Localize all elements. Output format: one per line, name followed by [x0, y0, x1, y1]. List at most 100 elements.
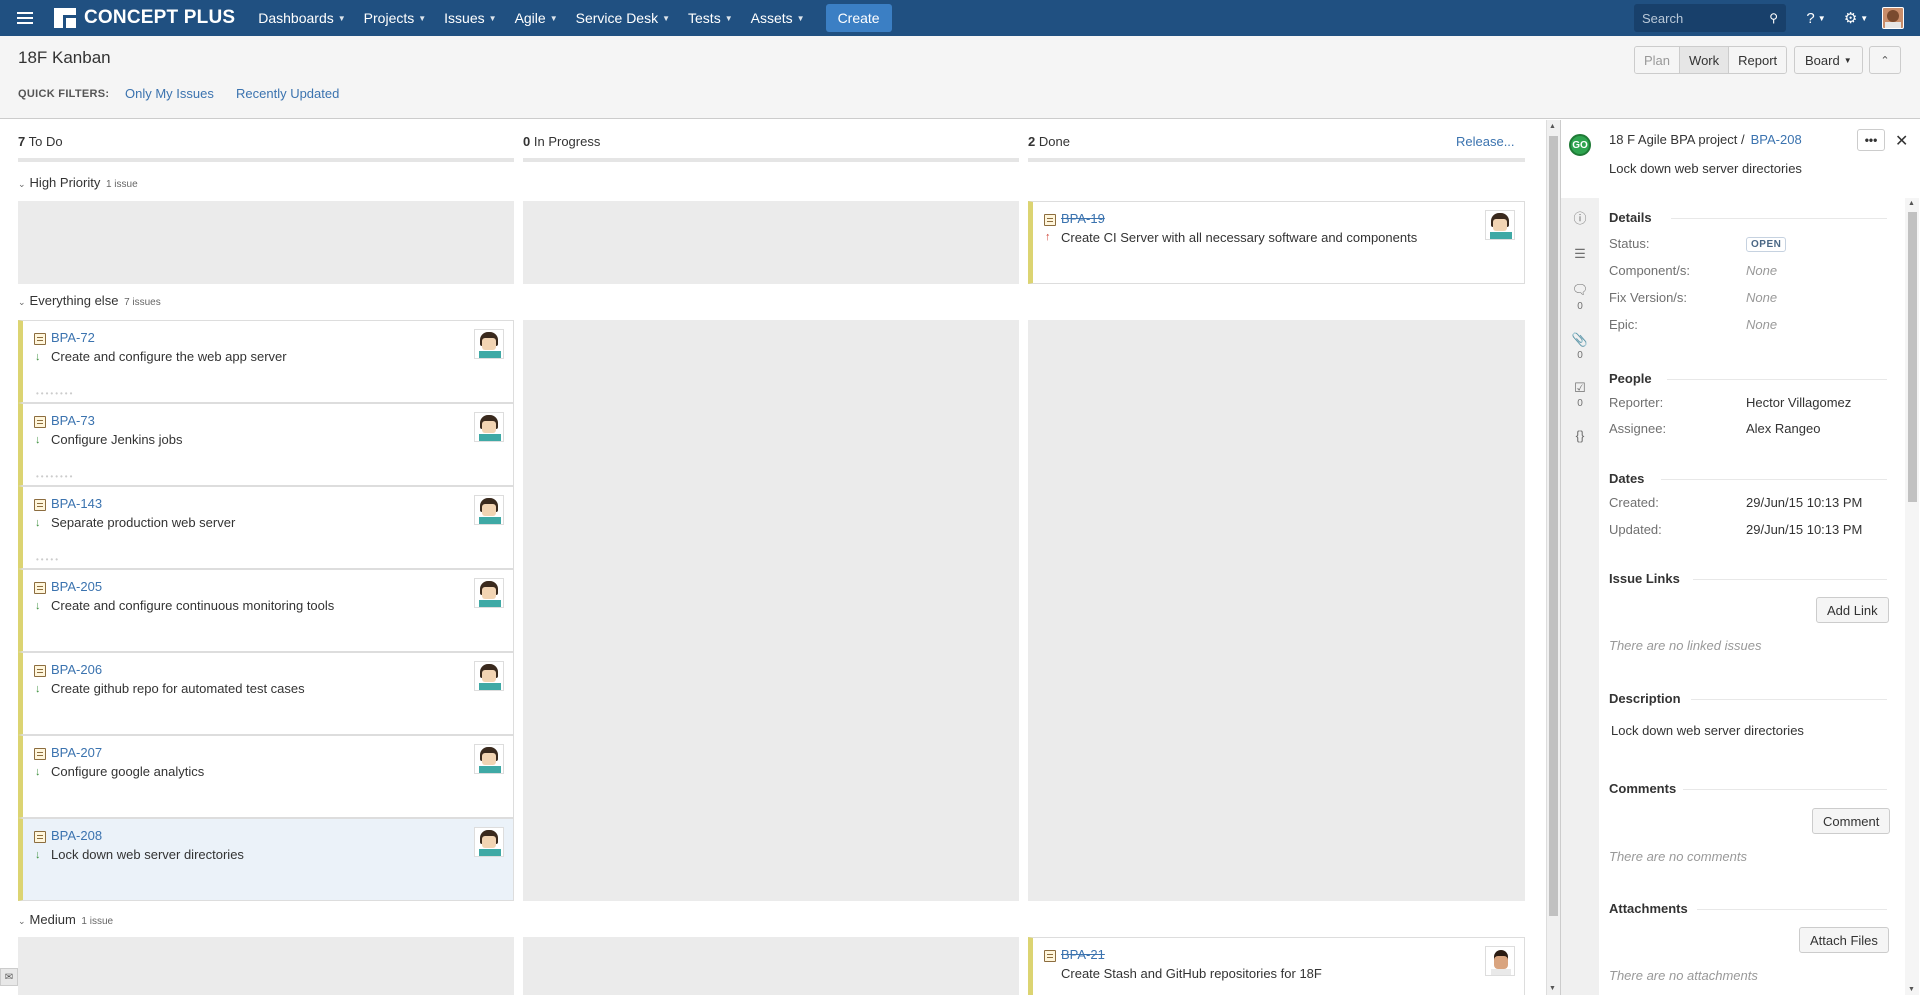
attach-files-button[interactable]: Attach Files	[1799, 927, 1889, 953]
issue-key[interactable]: BPA-73	[51, 413, 95, 428]
issue-key[interactable]: BPA-21	[1061, 947, 1105, 962]
issue-card[interactable]: BPA-205 ↓ Create and configure continuous …	[18, 569, 514, 652]
assignee-avatar	[474, 661, 504, 691]
search-input[interactable]: Search ⚲	[1634, 4, 1786, 32]
more-actions-button[interactable]: •••	[1857, 129, 1885, 151]
scroll-thumb[interactable]	[1549, 136, 1558, 916]
fix-versions-label: Fix Version/s:	[1609, 290, 1688, 305]
board-scrollbar[interactable]: ▲ ▼	[1546, 120, 1560, 995]
nav-agile[interactable]: Agile ▼	[506, 0, 567, 36]
nav-issues[interactable]: Issues ▼	[435, 0, 505, 36]
description-text[interactable]: Lock down web server directories	[1611, 723, 1804, 738]
priority-low-icon: ↓	[35, 600, 41, 612]
close-icon[interactable]: ✕	[1895, 131, 1908, 151]
chevron-down-icon: ▼	[337, 13, 346, 23]
project-link[interactable]: 18 F Agile BPA project /	[1609, 132, 1745, 147]
scroll-thumb[interactable]	[1908, 212, 1917, 502]
issue-summary: Separate production web server	[51, 515, 236, 530]
quick-filter-only-my-issues[interactable]: Only My Issues	[125, 86, 214, 101]
nav-service-desk[interactable]: Service Desk ▼	[567, 0, 679, 36]
create-button[interactable]: Create	[825, 4, 892, 32]
kanban-board: 7 To Do 0 In Progress 2 Done Release... …	[0, 120, 1545, 995]
task-type-icon	[34, 748, 46, 760]
issue-key-link[interactable]: BPA-208	[1751, 132, 1802, 147]
nav-dashboards[interactable]: Dashboards ▼	[249, 0, 354, 36]
mode-work-button[interactable]: Work	[1680, 47, 1730, 73]
add-link-button[interactable]: Add Link	[1816, 597, 1889, 623]
quick-filter-recently-updated[interactable]: Recently Updated	[236, 86, 339, 101]
attachment-icon[interactable]: 📎	[1571, 332, 1589, 348]
reporter-value[interactable]: Hector Villagomez	[1746, 395, 1851, 410]
gear-icon[interactable]: ⚙ ▼	[1836, 0, 1876, 36]
comments-icon[interactable]: 🗨	[1571, 282, 1589, 298]
issue-key[interactable]: BPA-207	[51, 745, 102, 760]
release-link[interactable]: Release...	[1456, 134, 1515, 149]
subtasks-icon[interactable]: ☑	[1571, 380, 1589, 396]
issue-card[interactable]: BPA-73 ↓ Configure Jenkins jobs ••••••••	[18, 403, 514, 486]
updated-value: 29/Jun/15 10:13 PM	[1746, 522, 1863, 537]
user-avatar[interactable]	[1882, 7, 1904, 29]
issue-key[interactable]: BPA-206	[51, 662, 102, 677]
issue-card[interactable]: BPA-143 ↓ Separate production web server ••…	[18, 486, 514, 569]
detail-scrollbar[interactable]: ▲ ▼	[1905, 198, 1919, 995]
scroll-down-icon[interactable]: ▼	[1908, 986, 1915, 993]
assignee-avatar	[474, 827, 504, 857]
assignee-avatar	[474, 578, 504, 608]
issue-card[interactable]: BPA-206 ↓ Create github repo for automated…	[18, 652, 514, 735]
code-icon[interactable]: {}	[1571, 428, 1589, 443]
scroll-up-icon[interactable]: ▲	[1908, 200, 1915, 207]
collapse-header-icon[interactable]: ⌃	[1869, 46, 1901, 74]
swimlane-medium[interactable]: ⌄ Medium 1 issue	[18, 912, 113, 927]
issue-summary: Create and configure continuous monitori…	[51, 598, 335, 613]
issue-links-heading: Issue Links	[1609, 571, 1680, 586]
comment-button[interactable]: Comment	[1812, 808, 1891, 834]
days-in-column-dots: ••••••••	[36, 472, 75, 481]
scroll-down-icon[interactable]: ▼	[1549, 985, 1556, 992]
menu-icon[interactable]	[0, 0, 50, 36]
issue-card[interactable]: BPA-72 ↓ Create and configure the web app …	[18, 320, 514, 403]
issue-card[interactable]: BPA-19 ↑ Create CI Server with all neces…	[1028, 201, 1525, 284]
assignee-value[interactable]: Alex Rangeo	[1746, 421, 1820, 436]
divider	[1693, 579, 1887, 580]
issue-key[interactable]: BPA-205	[51, 579, 102, 594]
issue-key[interactable]: BPA-19	[1061, 211, 1105, 226]
scroll-up-icon[interactable]: ▲	[1549, 123, 1556, 130]
description-icon[interactable]: ☰	[1571, 246, 1589, 262]
created-label: Created:	[1609, 495, 1659, 510]
column-header-done: 2 Done	[1028, 132, 1525, 162]
top-nav: CONCEPT PLUS Dashboards ▼ Projects ▼ Issue…	[0, 0, 1920, 36]
app-logo[interactable]: CONCEPT PLUS	[54, 7, 235, 29]
issue-key[interactable]: BPA-72	[51, 330, 95, 345]
nav-assets[interactable]: Assets ▼	[742, 0, 814, 36]
chevron-down-icon: ▼	[418, 13, 427, 23]
help-icon[interactable]: ? ▼	[1796, 0, 1836, 36]
mode-report-button[interactable]: Report	[1729, 47, 1787, 73]
board-mode-switcher: Plan Work Report	[1634, 46, 1788, 74]
divider	[1667, 379, 1887, 380]
issue-card[interactable]: BPA-208 ↓ Lock down web server directories	[18, 818, 514, 901]
detail-breadcrumb: 18 F Agile BPA project / BPA-208	[1609, 132, 1802, 147]
cell-medium-todo	[18, 937, 514, 995]
task-type-icon	[34, 582, 46, 594]
board-menu-button[interactable]: Board ▼	[1794, 46, 1863, 74]
updated-label: Updated:	[1609, 522, 1662, 537]
task-type-icon	[34, 665, 46, 677]
feedback-icon[interactable]: ✉	[0, 968, 18, 986]
column-header-todo: 7 To Do	[18, 132, 514, 162]
priority-high-icon: ↑	[1045, 231, 1051, 243]
issue-card[interactable]: BPA-21 Create Stash and GitHub repositor…	[1028, 937, 1525, 995]
nav-tests[interactable]: Tests ▼	[679, 0, 742, 36]
priority-low-icon: ↓	[35, 766, 41, 778]
swimlane-high-priority[interactable]: ⌄ High Priority 1 issue	[18, 175, 138, 190]
swimlane-everything-else[interactable]: ⌄ Everything else 7 issues	[18, 293, 161, 308]
issue-card[interactable]: BPA-207 ↓ Configure google analytics	[18, 735, 514, 818]
issue-key[interactable]: BPA-143	[51, 496, 102, 511]
task-type-icon	[1044, 950, 1056, 962]
issue-key[interactable]: BPA-208	[51, 828, 102, 843]
search-icon: ⚲	[1769, 11, 1778, 25]
info-icon[interactable]: ⓘ	[1571, 208, 1589, 227]
cell-else-in-progress	[523, 320, 1019, 901]
nav-projects[interactable]: Projects ▼	[355, 0, 436, 36]
mode-plan-button[interactable]: Plan	[1635, 47, 1681, 73]
issue-summary: Create and configure the web app server	[51, 349, 287, 364]
